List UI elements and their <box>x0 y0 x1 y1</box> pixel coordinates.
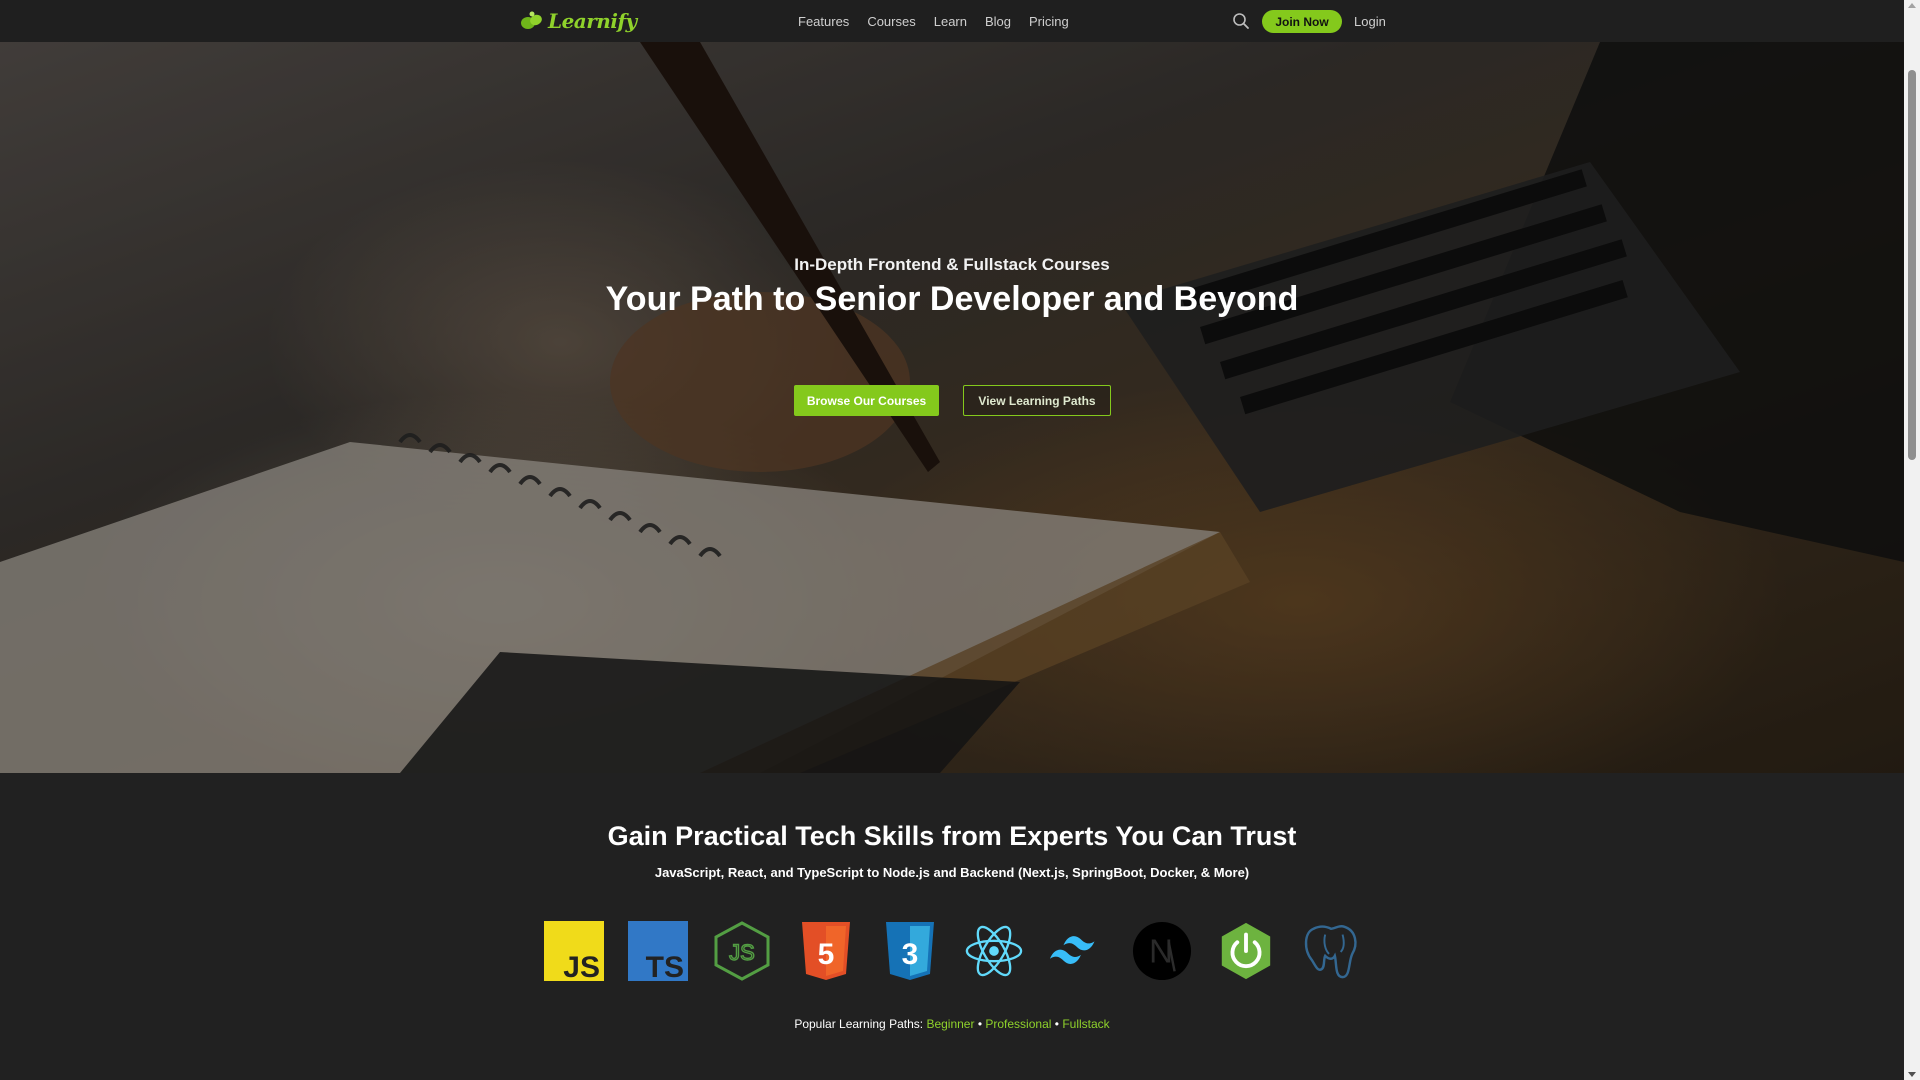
popular-learning-paths: Popular Learning Paths: Beginner • Profe… <box>0 1017 1904 1031</box>
paths-label: Popular Learning Paths: <box>794 1017 924 1031</box>
skills-title: Gain Practical Tech Skills from Experts … <box>607 821 1297 851</box>
nav-item-courses[interactable]: Courses <box>867 14 915 29</box>
nodejs-icon-label: JS <box>729 940 755 965</box>
nav-item-pricing[interactable]: Pricing <box>1029 14 1069 29</box>
css3-icon-label: 3 <box>902 938 919 971</box>
path-separator: • <box>977 1017 983 1031</box>
leaf-logo-icon <box>521 11 542 29</box>
scroll-up-arrow-icon[interactable] <box>1908 3 1916 8</box>
react-icon <box>964 920 1024 982</box>
skills-section: Gain Practical Tech Skills from Experts … <box>0 773 1904 1080</box>
javascript-icon: JS <box>544 920 604 982</box>
path-link-fullstack[interactable]: Fullstack <box>1062 1017 1109 1031</box>
nodejs-icon: JS <box>712 920 772 982</box>
tailwind-icon <box>1048 920 1108 982</box>
hero-section: In-Depth Frontend & Fullstack Courses Yo… <box>0 42 1904 773</box>
hero-title: Your Path to Senior Developer and Beyond <box>605 280 1299 318</box>
technology-icons: JS TS JS 5 3 N <box>544 920 1364 982</box>
top-navbar: Learnify Features Courses Learn Blog Pri… <box>0 0 1904 42</box>
brand-logo[interactable]: Learnify <box>520 9 637 33</box>
spring-boot-icon <box>1216 920 1276 982</box>
login-link[interactable]: Login <box>1354 14 1386 29</box>
brand-name: Learnify <box>548 9 637 33</box>
typescript-icon: TS <box>628 920 688 982</box>
html5-icon-label: 5 <box>818 938 835 971</box>
hero-subtitle: In-Depth Frontend & Fullstack Courses <box>794 255 1110 274</box>
page-scrollbar[interactable] <box>1904 0 1920 1080</box>
view-learning-paths-button[interactable]: View Learning Paths <box>963 385 1111 416</box>
css3-icon: 3 <box>880 920 940 982</box>
path-link-professional[interactable]: Professional <box>985 1017 1051 1031</box>
postgresql-icon <box>1300 920 1360 982</box>
nextjs-icon: N <box>1132 920 1192 982</box>
nav-item-features[interactable]: Features <box>798 14 849 29</box>
browse-courses-button[interactable]: Browse Our Courses <box>794 385 939 416</box>
primary-nav: Features Courses Learn Blog Pricing <box>798 14 1069 29</box>
html5-icon: 5 <box>796 920 856 982</box>
path-separator: • <box>1054 1017 1059 1031</box>
scrollbar-thumb[interactable] <box>1908 70 1916 460</box>
nav-item-blog[interactable]: Blog <box>985 14 1011 29</box>
hero-content: In-Depth Frontend & Fullstack Courses Yo… <box>0 42 1904 773</box>
join-now-button[interactable]: Join Now <box>1262 10 1342 33</box>
search-icon[interactable] <box>1232 12 1250 30</box>
typescript-icon-label: TS <box>646 951 684 981</box>
scroll-down-arrow-icon[interactable] <box>1908 1072 1916 1077</box>
javascript-icon-label: JS <box>563 951 600 981</box>
nav-item-learn[interactable]: Learn <box>934 14 967 29</box>
skills-subtitle: JavaScript, React, and TypeScript to Nod… <box>654 865 1250 880</box>
path-link-beginner[interactable]: Beginner <box>926 1017 974 1031</box>
